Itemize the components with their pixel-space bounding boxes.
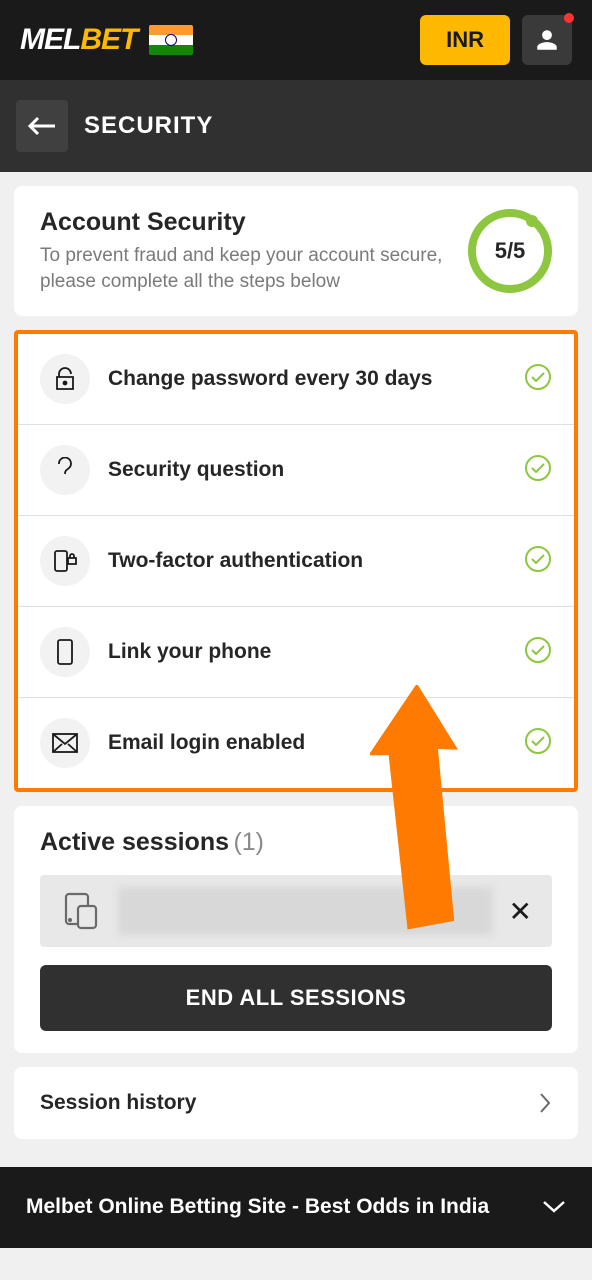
logo[interactable]: MELBET [20, 23, 137, 57]
logo-mel: MEL [20, 23, 80, 56]
check-circle-icon [524, 545, 552, 578]
security-item-label: Email login enabled [108, 731, 506, 755]
chevron-down-icon [542, 1200, 566, 1214]
security-item-phone[interactable]: Link your phone [18, 607, 574, 698]
app-header: MELBET INR [0, 0, 592, 80]
security-item-2fa[interactable]: Two-factor authentication [18, 516, 574, 607]
flag-india-icon[interactable] [149, 25, 193, 55]
check-circle-icon [524, 727, 552, 760]
notification-dot-icon [564, 13, 574, 23]
security-item-label: Security question [108, 458, 506, 482]
check-circle-icon [524, 363, 552, 396]
chevron-right-icon [538, 1092, 552, 1114]
progress-ring: 5/5 [468, 209, 552, 293]
page-title: SECURITY [84, 112, 213, 140]
back-button[interactable] [16, 100, 68, 152]
check-circle-icon [524, 454, 552, 487]
security-item-label: Two-factor authentication [108, 549, 506, 573]
footer-expand-row[interactable]: Melbet Online Betting Site - Best Odds i… [0, 1167, 592, 1247]
user-icon [534, 27, 560, 53]
user-account-button[interactable] [522, 15, 572, 65]
security-item-question[interactable]: Security question [18, 425, 574, 516]
close-session-button[interactable]: ✕ [509, 895, 532, 928]
security-item-label: Change password every 30 days [108, 367, 506, 391]
phone-icon [40, 627, 90, 677]
security-checklist: Change password every 30 days Security q… [14, 330, 578, 792]
account-security-card: Account Security To prevent fraud and ke… [14, 186, 578, 316]
session-history-label: Session history [40, 1091, 538, 1115]
footer-title: Melbet Online Betting Site - Best Odds i… [26, 1193, 526, 1221]
account-security-title: Account Security [40, 208, 448, 237]
currency-button[interactable]: INR [420, 15, 510, 65]
security-item-email[interactable]: Email login enabled [18, 698, 574, 788]
logo-bet: BET [80, 23, 137, 56]
session-history-row[interactable]: Session history [14, 1067, 578, 1139]
phone-lock-icon [40, 536, 90, 586]
progress-value: 5/5 [495, 238, 526, 264]
account-security-description: To prevent fraud and keep your account s… [40, 243, 448, 294]
security-item-password[interactable]: Change password every 30 days [18, 334, 574, 425]
active-sessions-count: (1) [233, 828, 264, 856]
session-details-redacted [118, 887, 493, 935]
check-circle-icon [524, 636, 552, 669]
question-icon [40, 445, 90, 495]
lock-icon [40, 354, 90, 404]
end-all-sessions-button[interactable]: END ALL SESSIONS [40, 965, 552, 1031]
security-item-label: Link your phone [108, 640, 506, 664]
apple-device-icon [60, 888, 102, 935]
page-subheader: SECURITY [0, 80, 592, 172]
active-sessions-card: Active sessions (1) ✕ END ALL SESSIONS [14, 806, 578, 1053]
arrow-left-icon [27, 115, 57, 137]
session-row: ✕ [40, 875, 552, 947]
email-icon [40, 718, 90, 768]
active-sessions-title: Active sessions [40, 828, 229, 856]
